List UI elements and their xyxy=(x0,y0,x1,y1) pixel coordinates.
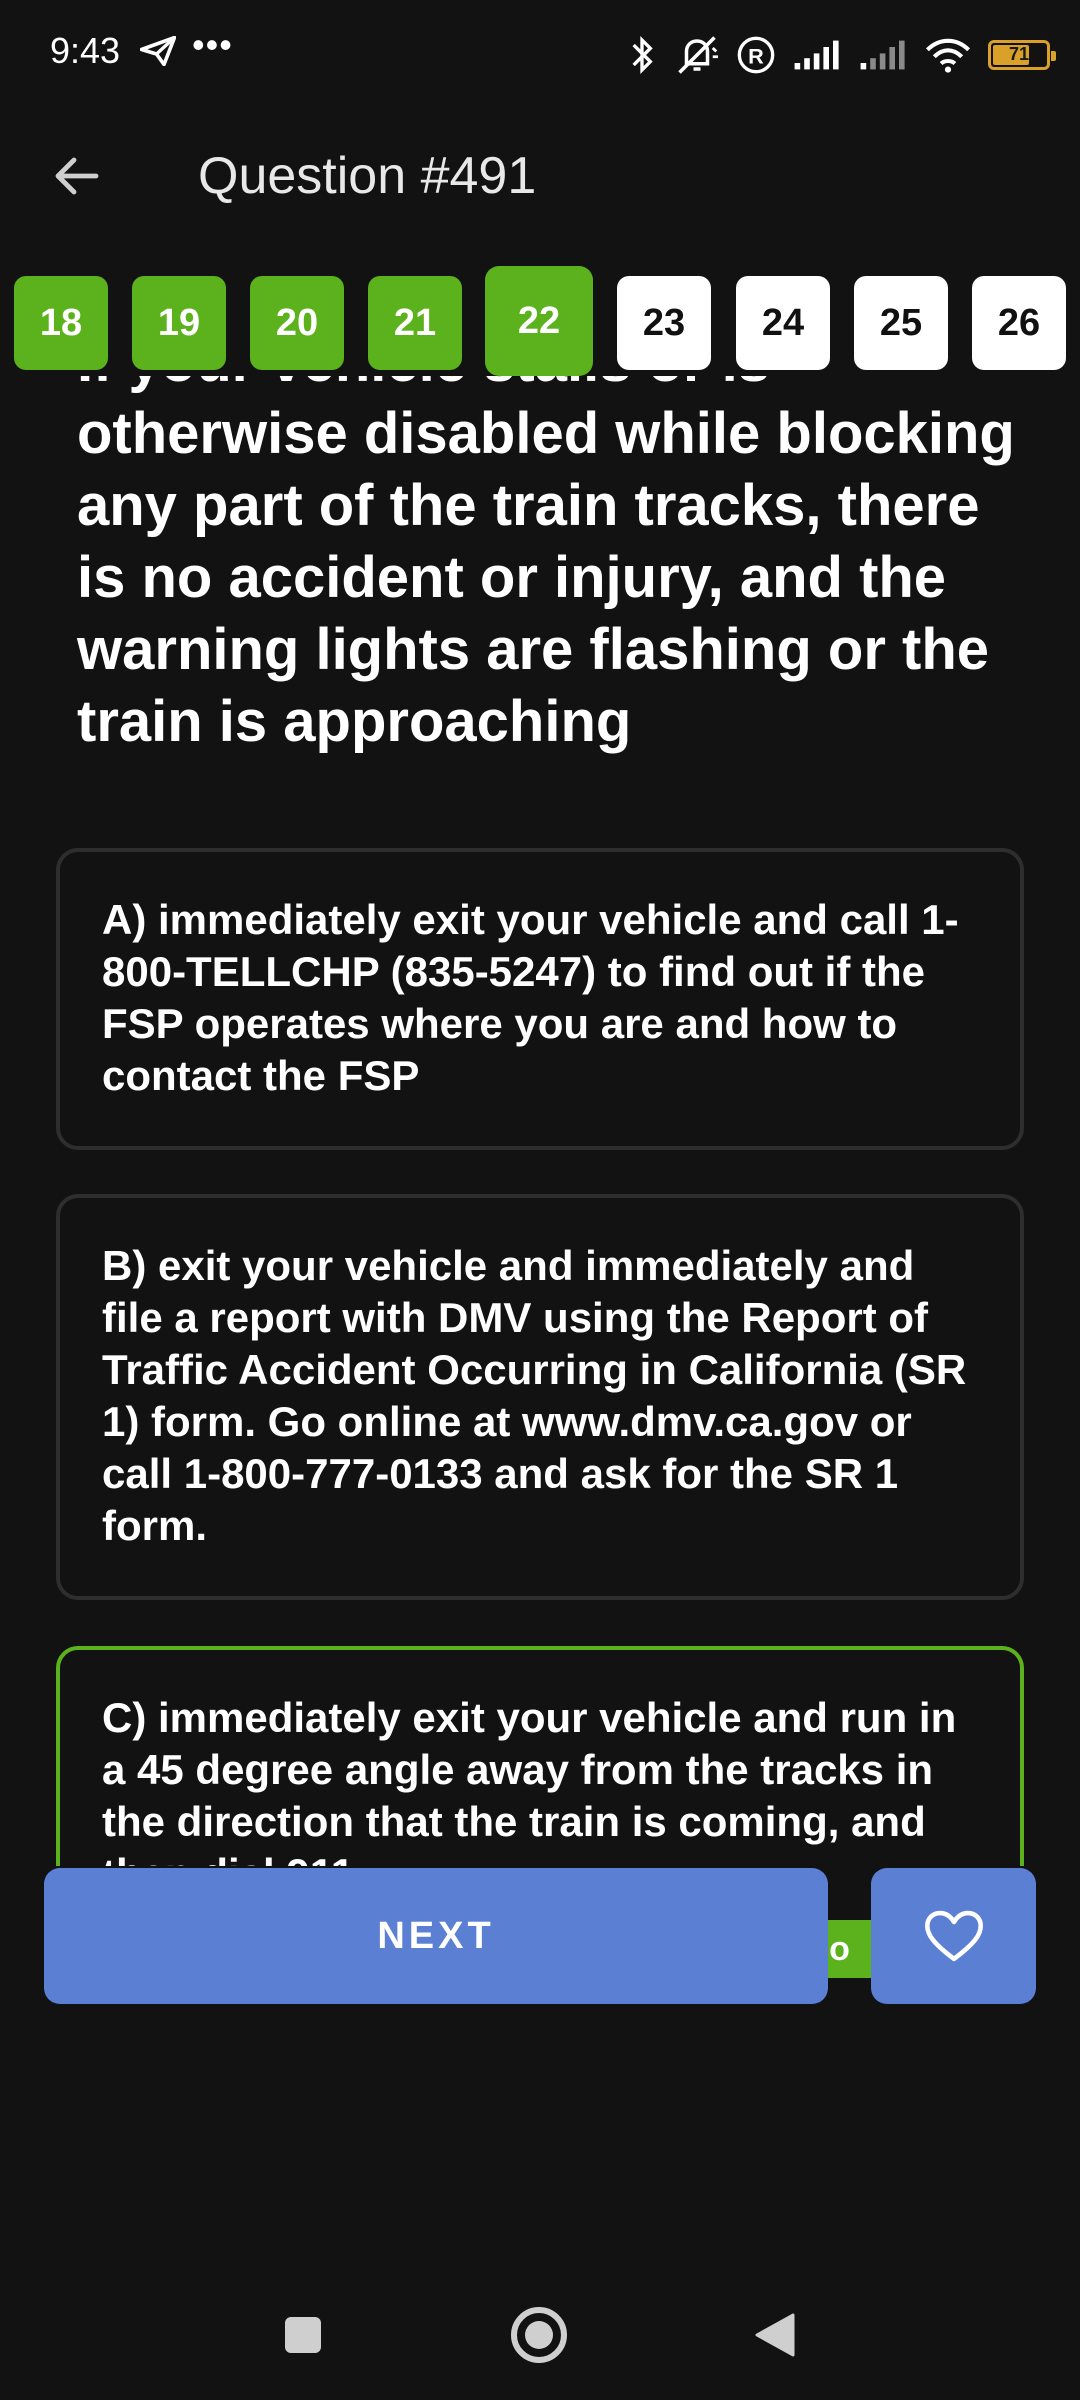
system-back-button[interactable] xyxy=(730,2290,820,2380)
answer-option-b-text: B) exit your vehicle and immediately and… xyxy=(102,1242,967,1549)
system-navigation-bar xyxy=(0,2280,1080,2390)
question-scroll-area[interactable]: If your vehicle stalls or is otherwise d… xyxy=(0,376,1080,1866)
answer-option-b[interactable]: B) exit your vehicle and immediately and… xyxy=(56,1194,1024,1600)
favorite-button[interactable] xyxy=(871,1868,1036,2004)
question-number-20[interactable]: 20 xyxy=(250,276,344,370)
recents-button[interactable] xyxy=(258,2290,348,2380)
recents-square-icon xyxy=(285,2317,321,2353)
answer-option-c-text: C) immediately exit your vehicle and run… xyxy=(102,1694,957,1866)
battery-icon: 71 xyxy=(988,40,1056,70)
app-bar: Question #491 xyxy=(0,120,1080,230)
question-number-strip[interactable]: 18 19 20 21 22 23 24 25 26 xyxy=(0,266,1080,378)
heart-outline-icon xyxy=(924,1910,983,1962)
svg-text:R: R xyxy=(748,43,764,68)
back-triangle-icon xyxy=(755,2313,795,2357)
question-number-22-current[interactable]: 22 xyxy=(485,266,593,376)
status-bar: 9:43 ••• R 71 xyxy=(0,0,1080,110)
home-circle-icon xyxy=(511,2307,567,2363)
back-button[interactable] xyxy=(40,140,112,212)
signal-icon xyxy=(794,40,839,70)
question-text: If your vehicle stalls or is otherwise d… xyxy=(77,376,1015,754)
answer-option-a[interactable]: A) immediately exit your vehicle and cal… xyxy=(56,848,1024,1150)
status-icons: R 71 xyxy=(626,30,1056,80)
registered-icon: R xyxy=(737,36,775,74)
question-number-23[interactable]: 23 xyxy=(617,276,711,370)
question-number-25[interactable]: 25 xyxy=(854,276,948,370)
battery-level: 71 xyxy=(1008,44,1030,64)
home-button[interactable] xyxy=(494,2290,584,2380)
signal-weak-icon xyxy=(860,40,905,70)
telegram-send-icon xyxy=(140,36,176,66)
wifi-icon xyxy=(925,38,971,73)
bluetooth-icon xyxy=(632,35,653,75)
status-time: 9:43 xyxy=(50,30,121,71)
question-number-24[interactable]: 24 xyxy=(736,276,830,370)
next-button[interactable]: NEXT xyxy=(44,1868,828,2004)
more-notifications-indicator: ••• xyxy=(192,24,233,65)
question-number-26[interactable]: 26 xyxy=(972,276,1066,370)
arrow-left-icon xyxy=(55,157,99,195)
answer-option-a-text: A) immediately exit your vehicle and cal… xyxy=(102,896,959,1099)
question-number-21[interactable]: 21 xyxy=(368,276,462,370)
next-button-label: NEXT xyxy=(377,1914,495,1957)
page-title: Question #491 xyxy=(198,147,537,205)
question-number-18[interactable]: 18 xyxy=(14,276,108,370)
muted-bell-icon xyxy=(678,36,718,74)
answer-option-c-correct[interactable]: C) immediately exit your vehicle and run… xyxy=(56,1646,1024,1866)
question-number-19[interactable]: 19 xyxy=(132,276,226,370)
